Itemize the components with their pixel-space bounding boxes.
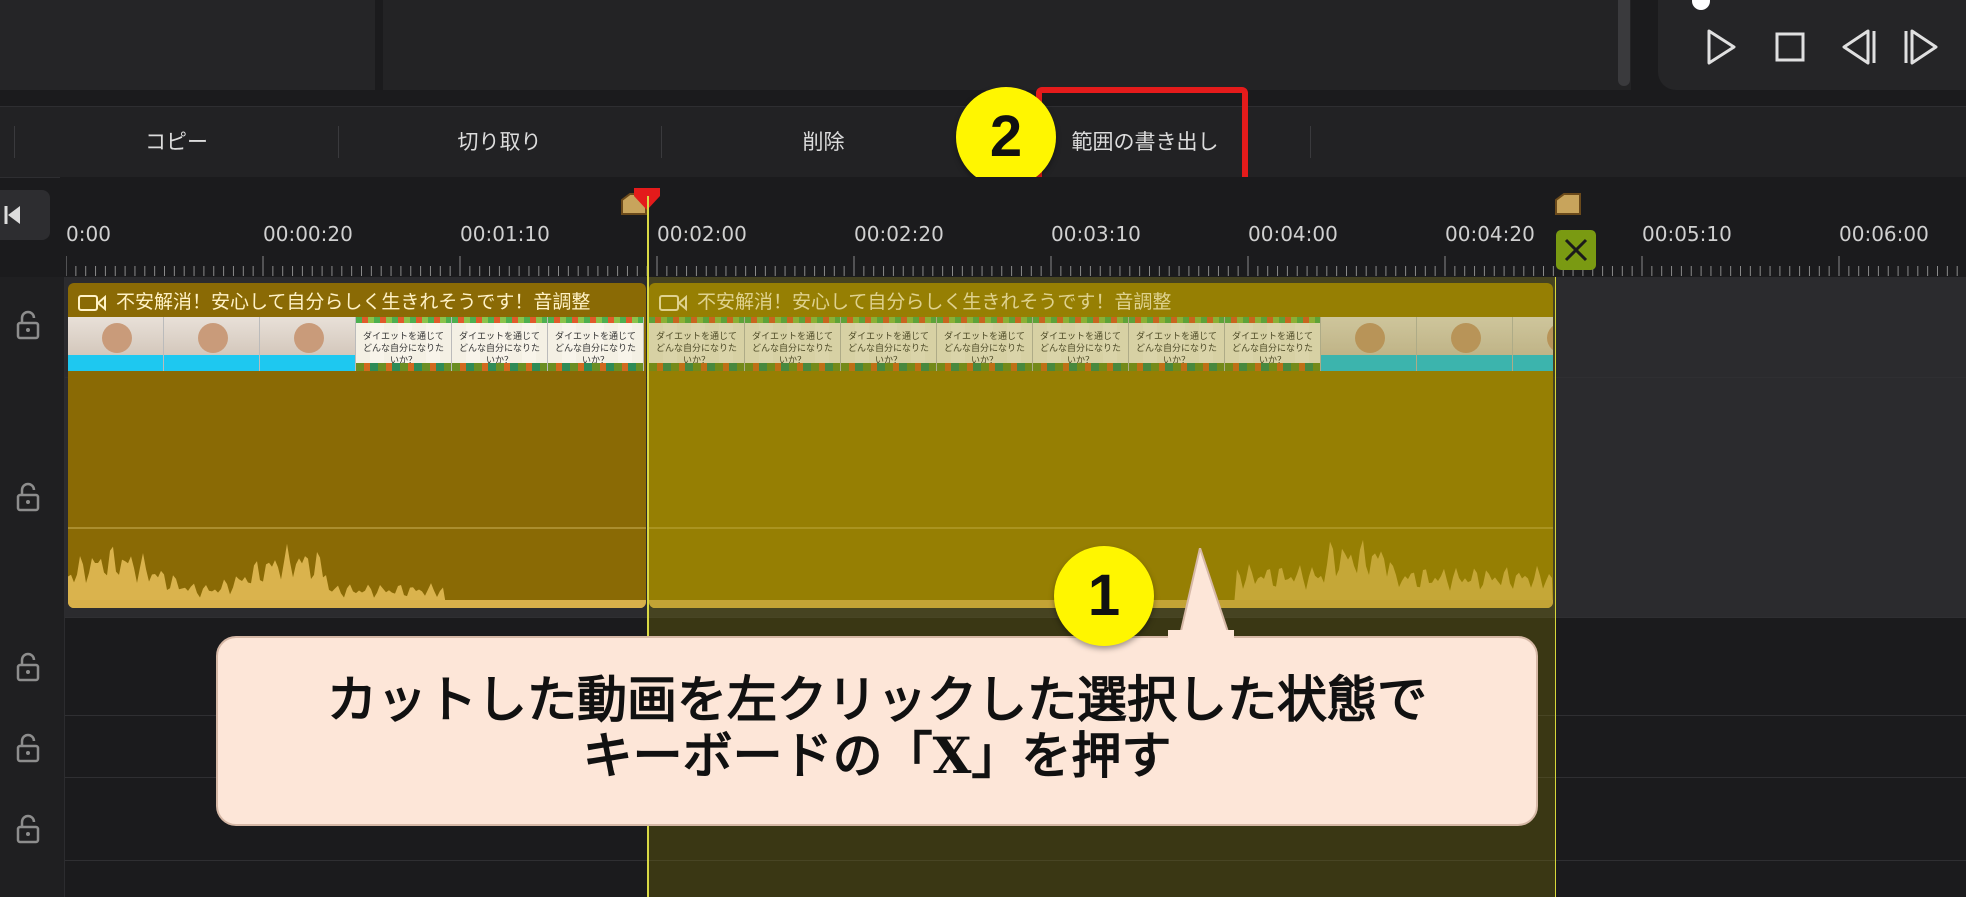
ruler-tick-label: 00:05:10 [1642,222,1732,246]
face-image [102,323,132,353]
audio-waveform [68,527,646,608]
thumbnail-photo [260,317,356,371]
lock-icon[interactable] [14,310,42,340]
clip-title: 不安解消！安心して自分らしく生きれそうです！音調整 [116,291,591,313]
step-2-badge: 2 [956,87,1056,187]
go-to-start-button[interactable] [0,190,50,240]
thumbnail-text: ダイエットを通じて どんな自分になりたいか？ [554,332,636,366]
preview-main-panel [383,0,1631,90]
ruler-tick-label: 00:00:20 [263,222,353,246]
play-icon[interactable] [1700,27,1740,67]
instruction-callout: カットした動画を左クリックした選択した状態で キーボードの「X」を押す [216,636,1538,826]
go-to-start-icon [4,206,20,224]
thumbnail-photo [68,317,164,371]
ruler-tick-label: 00:04:20 [1445,222,1535,246]
track-header-column [0,277,65,897]
range-end-marker[interactable] [1554,192,1582,216]
ruler-tick-label: 00:02:00 [657,222,747,246]
ruler-ticks [66,256,1958,276]
export-range-highlight [1036,87,1248,191]
close-x-icon[interactable] [1556,230,1596,270]
lock-icon[interactable] [14,652,42,682]
cut-button[interactable]: 切り取り [338,128,661,156]
next-frame-icon[interactable] [1902,27,1942,67]
ruler-tick-label: 0:00 [66,222,111,246]
ruler-tick-label: 00:02:20 [854,222,944,246]
preview-scrollbar[interactable] [1618,0,1630,86]
delete-button[interactable]: 削除 [661,128,986,156]
face-image [198,323,228,353]
thumbnail-slide: ダイエットを通じて どんな自分になりたいか？ [356,317,452,371]
thumbnail-slide: ダイエットを通じて どんな自分になりたいか？ [548,317,644,371]
ruler-tick-label: 00:01:10 [460,222,550,246]
ruler-tick-label: 00:04:00 [1248,222,1338,246]
preview-left-panel [0,0,375,90]
face-image [294,323,324,353]
thumbnail-slide: ダイエットを通じて どんな自分になりたいか？ [452,317,548,371]
lock-icon[interactable] [14,482,42,512]
previous-frame-icon[interactable] [1838,27,1878,67]
toolbar-separator [1310,126,1311,158]
copy-button[interactable]: コピー [14,128,339,156]
ruler-tick-label: 00:06:00 [1839,222,1929,246]
video-clip[interactable]: 不安解消！安心して自分らしく生きれそうです！音調整 ダイエットを通じて どんな自… [68,283,646,608]
thumbnail-photo [164,317,260,371]
clip-title-row: 不安解消！安心して自分らしく生きれそうです！音調整 [78,287,590,317]
stop-icon[interactable] [1770,27,1810,67]
callout-pointer-joint [1168,630,1234,642]
lock-icon[interactable] [14,814,42,844]
clip-thumbnails: ダイエットを通じて どんな自分になりたいか？ ダイエットを通じて どんな自分になり… [68,317,644,371]
video-camera-icon [78,294,106,311]
step-1-badge: 1 [1054,546,1154,646]
ruler-tick-label: 00:03:10 [1051,222,1141,246]
thumbnail-text: ダイエットを通じて どんな自分になりたいか？ [362,332,444,366]
thumbnail-text: ダイエットを通じて どんな自分になりたいか？ [458,332,540,366]
lock-icon[interactable] [14,733,42,763]
callout-text: カットした動画を左クリックした選択した状態で キーボードの「X」を押す [327,670,1427,785]
